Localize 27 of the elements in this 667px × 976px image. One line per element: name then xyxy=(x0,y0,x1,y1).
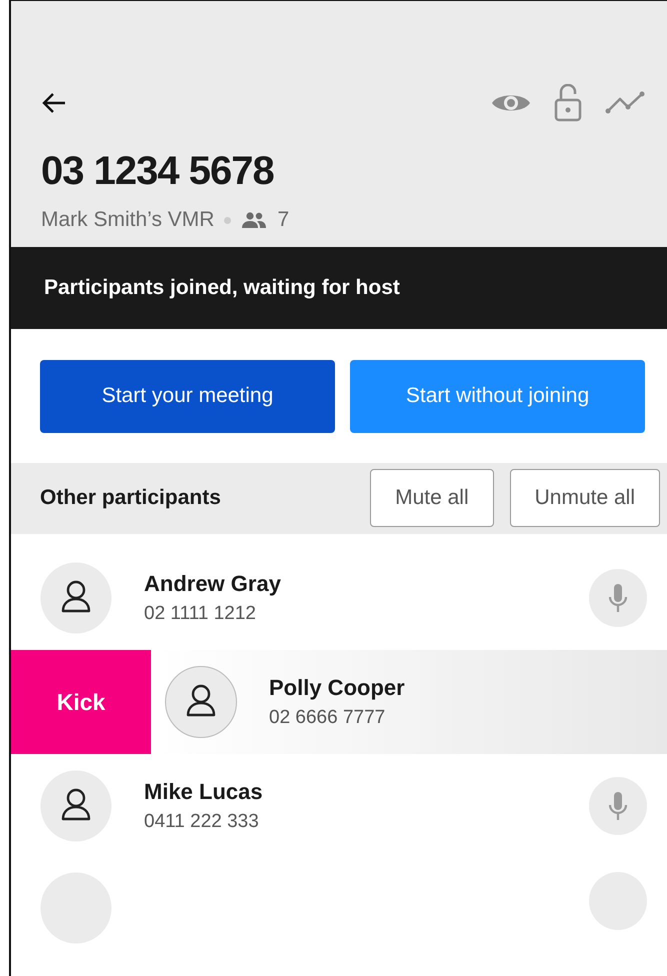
person-avatar-icon xyxy=(40,562,112,634)
mute-button[interactable]: Unmute all xyxy=(510,469,660,528)
participant-row[interactable]: Andrew Gray 02 1111 1212 xyxy=(11,546,667,650)
unlocked-padlock-icon[interactable] xyxy=(553,84,583,122)
participant-number: 02 6666 7777 xyxy=(269,707,386,729)
back-arrow-icon[interactable] xyxy=(41,92,67,114)
kick-button[interactable]: Kick xyxy=(11,650,151,754)
participant-name: Mike Lucas xyxy=(144,779,264,805)
room-name: Mark Smith’s VMR xyxy=(41,208,214,232)
mute-button[interactable]: Mute all xyxy=(370,469,494,528)
microphone-icon[interactable] xyxy=(589,569,647,627)
conference-number: 03 1234 5678 xyxy=(41,149,275,194)
section-title: Other participants xyxy=(40,486,221,510)
person-avatar-icon xyxy=(40,770,112,842)
separator-dot xyxy=(224,216,232,224)
microphone-icon[interactable] xyxy=(589,777,647,835)
participant-number: 02 1111 1212 xyxy=(144,603,257,625)
participant-count: 7 xyxy=(277,208,290,232)
line-chart-icon[interactable] xyxy=(605,91,645,115)
person-avatar-icon xyxy=(165,666,237,738)
status-banner: Participants joined, waiting for host xyxy=(11,246,667,328)
participant-name: Andrew Gray xyxy=(144,571,282,597)
participant-row[interactable]: Mike Lucas 0411 222 333 xyxy=(11,754,667,858)
start-meeting-button[interactable]: Start your meeting xyxy=(40,360,335,432)
people-icon xyxy=(241,212,268,228)
participant-number: 0411 222 333 xyxy=(144,811,260,833)
participant-name: Polly Cooper xyxy=(269,675,406,701)
